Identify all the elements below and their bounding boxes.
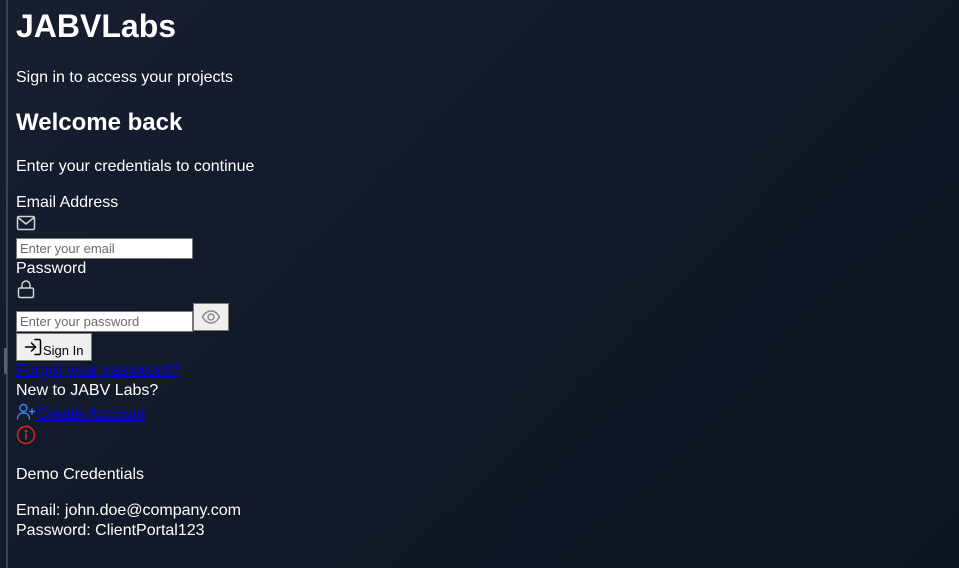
toggle-password-button[interactable] xyxy=(193,303,229,331)
form-subtitle: Enter your credentials to continue xyxy=(16,158,255,175)
brand-tagline: Sign in to access your projects xyxy=(16,69,233,86)
demo-email: Email: john.doe@company.com xyxy=(16,502,241,519)
create-account-row: Create Account xyxy=(16,402,145,424)
forgot-password-link[interactable]: Forgot your password? xyxy=(16,362,180,380)
password-label: Password xyxy=(16,260,87,277)
signup-prompt: New to JABV Labs? xyxy=(16,382,159,399)
form-heading: Welcome back xyxy=(16,109,183,136)
lock-icon xyxy=(17,280,35,299)
user-plus-icon xyxy=(16,403,36,420)
demo-password: Password: ClientPortal123 xyxy=(16,522,205,539)
create-account-link[interactable]: Create Account xyxy=(36,406,145,424)
resize-handle[interactable] xyxy=(4,348,7,374)
login-icon xyxy=(24,338,42,356)
eye-icon xyxy=(201,310,221,324)
brand-title: JABVLabs xyxy=(16,8,177,44)
email-label: Email Address xyxy=(16,194,119,211)
sign-in-label: Sign In xyxy=(43,342,84,358)
password-field[interactable] xyxy=(16,311,193,332)
window-edge-line xyxy=(6,0,8,568)
mail-icon xyxy=(16,215,36,231)
email-field[interactable] xyxy=(16,238,193,259)
info-icon xyxy=(16,425,36,445)
demo-credentials-title: Demo Credentials xyxy=(16,466,145,483)
sign-in-button[interactable]: Sign In xyxy=(16,333,93,361)
